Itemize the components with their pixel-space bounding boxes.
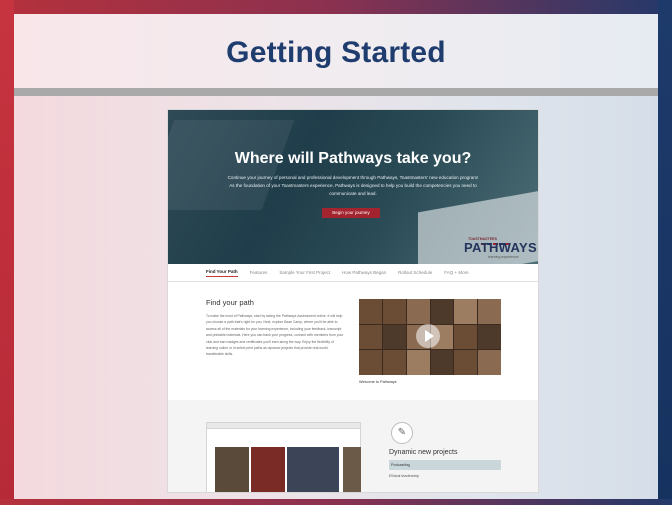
photo-thumbnail — [343, 447, 361, 492]
project-item-ethical-leadership[interactable]: Ethical leadership — [389, 474, 419, 478]
nav-item-rollout[interactable]: Rollout Schedule — [398, 270, 432, 275]
logo-tagline: learning experience — [488, 255, 519, 259]
begin-journey-button[interactable]: Begin your journey — [322, 208, 380, 218]
pathways-logo: PATHWAYS — [464, 240, 537, 255]
find-path-title: Find your path — [206, 298, 254, 307]
divider-bar — [14, 88, 658, 96]
nav-item-sample-project[interactable]: Sample Your First Project — [279, 270, 330, 275]
hero-heading: Where will Pathways take you? — [234, 150, 472, 167]
bottom-border — [0, 499, 672, 505]
photo-thumbnail — [251, 447, 285, 492]
title-band: Getting Started — [14, 14, 658, 88]
hero-subtext: Continue your journey of personal and pr… — [227, 175, 479, 196]
dynamic-projects-title: Dynamic new projects — [389, 449, 458, 456]
left-border — [0, 0, 14, 505]
website-screenshot: Where will Pathways take you? Continue y… — [168, 110, 538, 492]
browser-bar — [207, 423, 360, 429]
nav-item-how-began[interactable]: How Pathways Began — [342, 270, 386, 275]
play-icon[interactable] — [416, 324, 440, 348]
nav-item-features[interactable]: Features — [250, 270, 268, 275]
hero-banner: Where will Pathways take you? Continue y… — [168, 110, 538, 264]
project-item-podcasting[interactable]: Podcasting — [389, 460, 501, 470]
projects-icon: ✎ — [391, 422, 413, 444]
browser-mockup — [206, 422, 361, 492]
video-caption: Welcome to Pathways — [359, 380, 397, 384]
find-path-text: To make the most of Pathways, start by t… — [206, 314, 344, 357]
right-border — [658, 0, 672, 505]
nav-item-find-your-path[interactable]: Find Your Path — [206, 269, 238, 277]
site-nav: Find Your Path Features Sample Your Firs… — [168, 264, 538, 282]
photo-thumbnail — [287, 447, 339, 492]
welcome-video[interactable] — [359, 299, 501, 375]
nav-item-faq[interactable]: FAQ + More — [444, 270, 468, 275]
top-border — [0, 0, 672, 14]
slide: Getting Started Where will Pathways take… — [0, 0, 672, 505]
slide-title: Getting Started — [226, 36, 446, 69]
photo-thumbnail — [215, 447, 249, 492]
